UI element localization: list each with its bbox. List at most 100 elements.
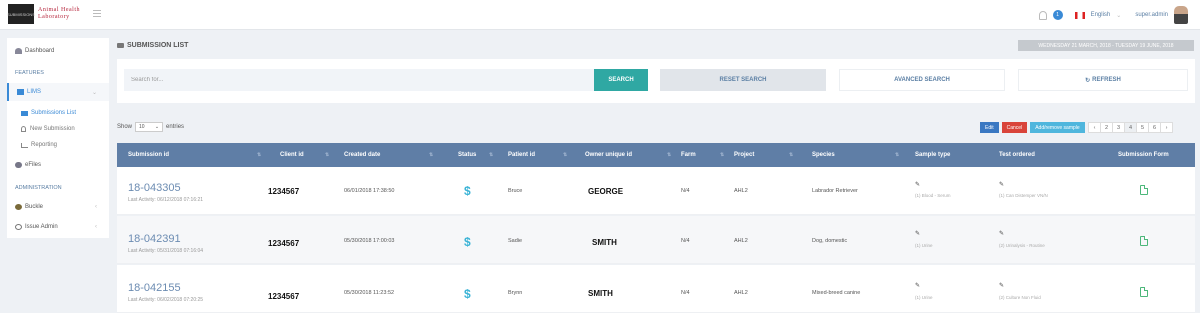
- column-header[interactable]: Farm: [681, 152, 696, 158]
- submission-id-link[interactable]: 18-043305: [128, 182, 181, 194]
- document-icon[interactable]: [1140, 236, 1148, 246]
- column-header[interactable]: Project: [734, 152, 754, 158]
- buckle-icon: [15, 204, 22, 210]
- image-icon: [17, 89, 24, 95]
- sidebar-item-submissions-list[interactable]: Submissions List: [21, 110, 76, 116]
- sidebar-item-label: Buckle: [25, 204, 44, 210]
- last-activity: Last Activity: 06/12/2018 07:16:21: [128, 197, 204, 203]
- column-header[interactable]: Created date: [344, 152, 380, 158]
- search-button[interactable]: SEARCH: [594, 69, 648, 91]
- patient-id: Sadie: [508, 238, 523, 244]
- status-dollar-icon[interactable]: $: [464, 184, 471, 198]
- pencil-icon[interactable]: ✎: [915, 282, 920, 289]
- refresh-button[interactable]: ↻ REFRESH: [1018, 69, 1188, 91]
- farm: N/4: [681, 188, 690, 194]
- client-id: 1234567: [268, 187, 300, 196]
- app-logo[interactable]: SUBMISSIONS Animal Health Laboratory: [7, 4, 80, 24]
- sidebar: Dashboard FEATURES LIMS ⌄ Submissions Li…: [7, 38, 109, 238]
- status-dollar-icon[interactable]: $: [464, 287, 471, 301]
- logo-line2: Laboratory: [38, 14, 70, 20]
- date-range-picker[interactable]: WEDNESDAY 21 MARCH, 2018 - TUESDAY 19 JU…: [1018, 40, 1194, 51]
- advanced-search-button[interactable]: AVANCED SEARCH: [839, 69, 1005, 91]
- date-range-text: WEDNESDAY 21 MARCH, 2018 - TUESDAY 19 JU…: [1038, 42, 1174, 49]
- pencil-icon[interactable]: ✎: [999, 282, 1004, 289]
- pencil-icon[interactable]: ✎: [915, 230, 920, 237]
- sidebar-item-dashboard[interactable]: Dashboard: [7, 42, 109, 60]
- sort-icon[interactable]: ⇅: [429, 152, 433, 158]
- document-icon[interactable]: [1140, 287, 1148, 297]
- sidebar-item-issue-admin[interactable]: Issue Admin ‹: [7, 218, 109, 236]
- reset-search-button[interactable]: RESET SEARCH: [660, 69, 826, 91]
- sidebar-item-new-submission[interactable]: New Submission: [21, 126, 75, 132]
- notification-badge[interactable]: 1: [1052, 10, 1063, 20]
- page-title: SUBMISSION LIST: [117, 42, 188, 49]
- user-name[interactable]: super.admin: [1135, 12, 1168, 18]
- sort-icon[interactable]: ⇅: [563, 152, 567, 158]
- column-header[interactable]: Patient id: [508, 152, 535, 158]
- sort-icon[interactable]: ⇅: [489, 152, 493, 158]
- created-date: 06/01/2018 17:38:50: [344, 188, 395, 194]
- entries-select[interactable]: 10 ⌄: [135, 122, 164, 132]
- patient-id: Bruce: [508, 188, 523, 194]
- table-row[interactable]: 18-042391 Last Activity: 05/31/2018 07:1…: [117, 216, 1195, 264]
- edit-button[interactable]: Edit: [980, 122, 999, 133]
- submission-id-link[interactable]: 18-042391: [128, 233, 181, 245]
- flag-icon[interactable]: [1074, 11, 1085, 19]
- pagination: ‹ 2 3 4 5 6 ›: [1088, 122, 1173, 133]
- column-header[interactable]: Submission Form: [1118, 152, 1169, 158]
- bell-icon[interactable]: [1038, 10, 1047, 20]
- avatar[interactable]: [1174, 6, 1188, 24]
- created-date: 05/30/2018 17:00:03: [344, 238, 395, 244]
- pencil-icon[interactable]: ✎: [999, 181, 1004, 188]
- cloud-icon: [15, 162, 22, 168]
- cancel-button[interactable]: Cancel: [1001, 122, 1028, 133]
- sidebar-item-label: Issue Admin: [25, 224, 58, 230]
- sidebar-item-buckle[interactable]: Buckle ‹: [7, 198, 109, 216]
- sidebar-item-lims[interactable]: LIMS ⌄: [7, 83, 109, 101]
- sidebar-item-label: Submissions List: [31, 110, 77, 116]
- last-activity: Last Activity: 06/02/2018 07:20:25: [128, 297, 204, 303]
- chevron-left-icon: ‹: [95, 204, 97, 210]
- eye-icon: [15, 224, 22, 230]
- document-icon[interactable]: [1140, 185, 1148, 195]
- sort-icon[interactable]: ⇅: [257, 152, 261, 158]
- column-header[interactable]: Test ordered: [999, 152, 1035, 158]
- page-title-text: SUBMISSION LIST: [127, 42, 189, 49]
- farm: N/4: [681, 290, 690, 296]
- hamburger-menu-icon[interactable]: [93, 10, 101, 17]
- chevron-down-icon: ⌄: [154, 124, 160, 130]
- pencil-icon[interactable]: ✎: [915, 181, 920, 188]
- search-input[interactable]: [124, 69, 594, 91]
- species: Dog, domestic: [812, 238, 848, 244]
- logo-line1: Animal Health: [38, 7, 80, 13]
- sort-icon[interactable]: ⇅: [720, 152, 724, 158]
- sidebar-item-reporting[interactable]: Reporting: [21, 142, 57, 148]
- column-header[interactable]: Submission id: [128, 152, 169, 158]
- status-dollar-icon[interactable]: $: [464, 235, 471, 249]
- page-next-button[interactable]: ›: [1160, 122, 1173, 133]
- sidebar-item-efiles[interactable]: eFiles: [7, 156, 109, 174]
- table-row[interactable]: 18-042155 Last Activity: 06/02/2018 07:2…: [117, 265, 1195, 313]
- table-row[interactable]: 18-043305 Last Activity: 06/12/2018 07:1…: [117, 167, 1195, 215]
- refresh-icon: ↻: [1085, 77, 1091, 84]
- language-selector[interactable]: English: [1091, 12, 1111, 18]
- column-header[interactable]: Species: [812, 152, 835, 158]
- column-header[interactable]: Owner unique id: [585, 152, 632, 158]
- sort-icon[interactable]: ⇅: [325, 152, 329, 158]
- pencil-icon[interactable]: ✎: [999, 230, 1004, 237]
- column-header[interactable]: Sample type: [915, 152, 950, 158]
- sort-icon[interactable]: ⇅: [789, 152, 793, 158]
- created-date: 05/30/2018 11:23:52: [344, 290, 395, 296]
- column-header[interactable]: Client id: [280, 152, 304, 158]
- table-header: Submission id ⇅ Client id ⇅ Created date…: [117, 143, 1195, 167]
- submission-id-link[interactable]: 18-042155: [128, 282, 181, 294]
- sidebar-item-label: New Submission: [30, 126, 75, 132]
- sort-icon[interactable]: ⇅: [667, 152, 671, 158]
- add-sample-button[interactable]: Add/remove sample: [1030, 122, 1085, 133]
- sort-icon[interactable]: ⇅: [895, 152, 899, 158]
- column-header[interactable]: Status: [458, 152, 476, 158]
- chevron-down-icon[interactable]: ⌄: [1116, 12, 1121, 19]
- dashboard-icon: [15, 48, 22, 54]
- species: Labrador Retriever: [812, 188, 858, 194]
- chart-icon: [21, 142, 28, 148]
